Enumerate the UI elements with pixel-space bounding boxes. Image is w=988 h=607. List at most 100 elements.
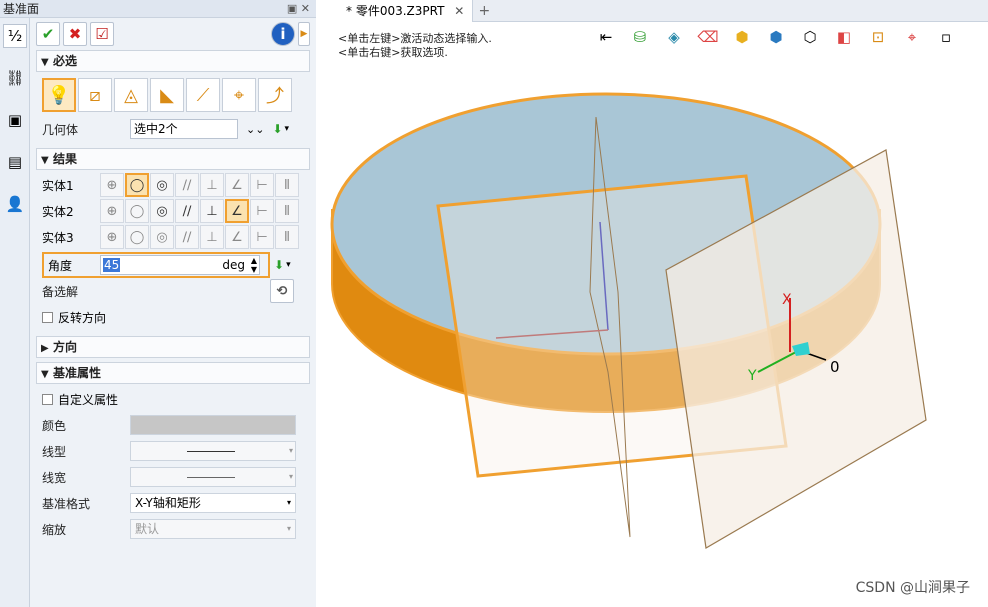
document-tabbar: * 零件003.Z3PRT ✕ + <box>318 0 988 22</box>
viewport[interactable]: * 零件003.Z3PRT ✕ + <单击左键>激活动态选择输入. <单击右键>… <box>318 0 988 607</box>
plane-from-geometry-icon[interactable]: 💡 <box>42 78 76 112</box>
distance-constraint-icon[interactable]: ⊢ <box>250 173 274 197</box>
part-icon[interactable]: ▣ <box>3 108 27 132</box>
parallel-constraint-icon[interactable]: ∕∕ <box>175 225 199 249</box>
datum-style-row: 基准格式 X-Y轴和矩形 ▾ <box>42 490 304 516</box>
custom-props-checkbox[interactable] <box>42 393 53 405</box>
midplane-constraint-icon[interactable]: ⦀ <box>275 225 299 249</box>
concentric-constraint-icon[interactable]: ◎ <box>150 173 174 197</box>
method-icons: 💡 ⧄ ◬ ◣ ⟋ ⌖ ⤴ <box>42 74 304 116</box>
perpendicular-constraint-icon[interactable]: ⊥ <box>200 225 224 249</box>
angle-constraint-icon[interactable]: ∠ <box>225 199 249 223</box>
section-direction[interactable]: ▶ 方向 <box>36 336 310 358</box>
section-datum-props[interactable]: ▼ 基准属性 <box>36 362 310 384</box>
center-constraint-icon[interactable]: ⊕ <box>100 199 124 223</box>
axis-x-label: X <box>782 292 792 308</box>
custom-props-label: 自定义属性 <box>58 392 119 407</box>
origin-label: 0 <box>830 358 840 376</box>
color-swatch[interactable] <box>130 415 296 435</box>
linewidth-label: 线宽 <box>42 470 67 485</box>
dropdown-arrow-icon[interactable]: ▾ <box>286 260 291 270</box>
concentric-constraint-icon[interactable]: ◎ <box>150 199 174 223</box>
assembly-tree-icon[interactable]: ⛓ <box>3 66 27 90</box>
angle-row-wrap: 角度 45 deg ▲ ▼ ⬇ ▾ <box>42 252 304 278</box>
left-icon-strip: ¹⁄₂ ⛓ ▣ ▤ 👤 <box>0 18 30 607</box>
expand-button[interactable]: ▶ <box>298 22 310 46</box>
entity2-label: 实体2 <box>42 204 74 219</box>
cancel-button[interactable]: ✖ <box>63 22 87 46</box>
history-icon[interactable]: ¹⁄₂ <box>3 24 27 48</box>
entity2-row: 实体2 ⊕ ◯ ◎ ∕∕ ⊥ ∠ ⊢ ⦀ <box>42 198 304 224</box>
filter-down-icon[interactable]: ⬇ <box>272 122 282 136</box>
result-body: 实体1 ⊕ ◯ ◎ ∕∕ ⊥ ∠ ⊢ ⦀ 实体2 ⊕ ◯ ◎ ∕∕ ⊥ ∠ ⊢ <box>36 170 310 332</box>
plane-offset-icon[interactable]: ⧄ <box>78 78 112 112</box>
linewidth-select[interactable]: ▾ <box>130 467 296 487</box>
geometry-select[interactable]: 选中2个 <box>130 119 238 139</box>
linewidth-row: 线宽 ▾ <box>42 464 304 490</box>
circle-constraint-icon[interactable]: ◯ <box>125 225 149 249</box>
angle-value: 45 <box>103 258 121 272</box>
panel-title: 基准面 <box>3 2 40 16</box>
panel-window-controls[interactable]: ▣ ✕ <box>287 0 310 18</box>
alt-solution-row: 备选解 ⟲ <box>42 278 304 304</box>
scale-row: 缩放 默认 ▾ <box>42 516 304 542</box>
perpendicular-constraint-icon[interactable]: ⊥ <box>200 199 224 223</box>
geometry-row: 几何体 选中2个 ⌄⌄ ⬇ ▾ <box>42 116 304 142</box>
info-button[interactable]: i <box>271 22 295 46</box>
plane-angle-icon[interactable]: ◣ <box>150 78 184 112</box>
parallel-constraint-icon[interactable]: ∕∕ <box>175 199 199 223</box>
linetype-select[interactable]: ▾ <box>130 441 296 461</box>
datum-plane-panel: ✔ ✖ ☑ i ▶ ▼ 必选 💡 ⧄ ◬ ◣ ⟋ ⌖ ⤴ 几何体 选中2个 ⌄⌄ … <box>30 18 316 607</box>
plane-view-icon[interactable]: ⌖ <box>222 78 256 112</box>
chevron-down-icon[interactable]: ⌄⌄ <box>246 123 264 136</box>
perpendicular-constraint-icon[interactable]: ⊥ <box>200 173 224 197</box>
plane-tangent-icon[interactable]: ⟋ <box>186 78 220 112</box>
angle-constraint-icon[interactable]: ∠ <box>225 225 249 249</box>
datum-style-select[interactable]: X-Y轴和矩形 ▾ <box>130 493 296 513</box>
parallel-constraint-icon[interactable]: ∕∕ <box>175 173 199 197</box>
center-constraint-icon[interactable]: ⊕ <box>100 225 124 249</box>
section-required[interactable]: ▼ 必选 <box>36 50 310 72</box>
view-manager-icon[interactable]: ▤ <box>3 150 27 174</box>
reverse-checkbox[interactable] <box>42 311 53 323</box>
apply-button[interactable]: ☑ <box>90 22 114 46</box>
linetype-label: 线型 <box>42 444 67 459</box>
midplane-constraint-icon[interactable]: ⦀ <box>275 199 299 223</box>
circle-constraint-icon[interactable]: ◯ <box>125 199 149 223</box>
angle-input[interactable]: 45 deg ▲ ▼ <box>100 255 260 275</box>
alt-solution-label: 备选解 <box>42 284 79 299</box>
color-label: 颜色 <box>42 418 67 433</box>
user-icon[interactable]: 👤 <box>3 192 27 216</box>
center-constraint-icon[interactable]: ⊕ <box>100 173 124 197</box>
plane-three-point-icon[interactable]: ◬ <box>114 78 148 112</box>
model-scene[interactable]: X Y 0 <box>318 22 988 607</box>
scale-select[interactable]: 默认 ▾ <box>130 519 296 539</box>
panel-toolbar: ✔ ✖ ☑ i ▶ <box>30 18 316 50</box>
dropdown-arrow-icon[interactable]: ▾ <box>285 124 290 134</box>
concentric-constraint-icon[interactable]: ◎ <box>150 225 174 249</box>
ok-button[interactable]: ✔ <box>36 22 60 46</box>
section-result[interactable]: ▼ 结果 <box>36 148 310 170</box>
spinner-icon[interactable]: ▲ ▼ <box>251 256 257 274</box>
filter-down-icon[interactable]: ⬇ <box>274 258 284 272</box>
document-tab[interactable]: * 零件003.Z3PRT ✕ <box>318 0 474 22</box>
cycle-solution-icon[interactable]: ⟲ <box>270 279 294 303</box>
axis-y-label: Y <box>747 368 757 384</box>
new-tab-button[interactable]: + <box>473 0 495 21</box>
linetype-row: 线型 ▾ <box>42 438 304 464</box>
circle-constraint-icon[interactable]: ◯ <box>125 173 149 197</box>
angle-row: 角度 45 deg ▲ ▼ <box>42 252 270 278</box>
distance-constraint-icon[interactable]: ⊢ <box>250 225 274 249</box>
midplane-constraint-icon[interactable]: ⦀ <box>275 173 299 197</box>
angle-unit: deg <box>222 258 245 272</box>
required-body: 💡 ⧄ ◬ ◣ ⟋ ⌖ ⤴ 几何体 选中2个 ⌄⌄ ⬇ ▾ <box>36 72 310 144</box>
custom-props-row[interactable]: 自定义属性 <box>42 386 304 412</box>
distance-constraint-icon[interactable]: ⊢ <box>250 199 274 223</box>
angle-constraint-icon[interactable]: ∠ <box>225 173 249 197</box>
reverse-row[interactable]: 反转方向 <box>42 304 304 330</box>
close-icon[interactable]: ✕ <box>454 4 464 18</box>
watermark: CSDN @山涧果子 <box>855 580 970 596</box>
plane-curve-icon[interactable]: ⤴ <box>258 78 292 112</box>
entity3-label: 实体3 <box>42 230 74 245</box>
datum-style-label: 基准格式 <box>42 496 91 511</box>
